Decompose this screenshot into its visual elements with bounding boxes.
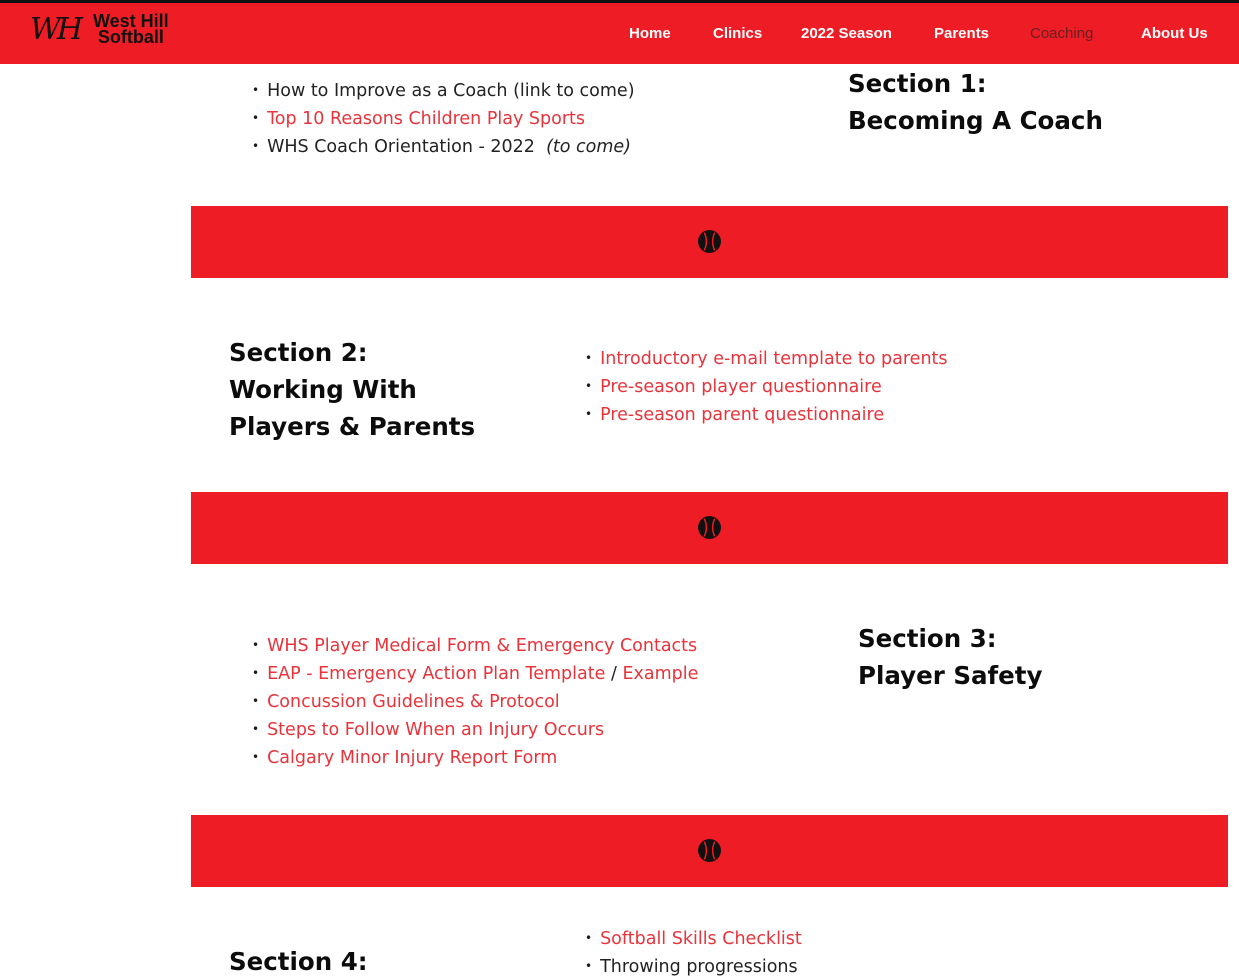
medical-form-link[interactable]: WHS Player Medical Form & Emergency Cont…: [267, 636, 697, 656]
section3-list: WHS Player Medical Form & Emergency Cont…: [252, 632, 698, 772]
list-item: Introductory e-mail template to parents: [585, 345, 947, 373]
section4-list: Softball Skills Checklist Throwing progr…: [585, 925, 802, 976]
top-10-reasons-link[interactable]: Top 10 Reasons Children Play Sports: [267, 109, 585, 129]
section-divider: [191, 815, 1228, 887]
nav-coaching[interactable]: Coaching: [1030, 25, 1093, 42]
nav-parents[interactable]: Parents: [934, 25, 989, 42]
section3-title-line1: Section 3:: [858, 624, 997, 653]
softball-icon: [698, 839, 721, 862]
site-header: WH West Hill Softball Home Clinics 2022 …: [0, 0, 1239, 64]
list-item: Calgary Minor Injury Report Form: [252, 744, 698, 772]
logo-line-2: Softball: [97, 27, 164, 47]
section1-title: Section 1: Becoming A Coach: [848, 65, 1103, 139]
section3-title-line2: Player Safety: [858, 661, 1043, 690]
injury-report-form-link[interactable]: Calgary Minor Injury Report Form: [267, 748, 557, 768]
improve-coach-text: How to Improve as a Coach (link to come): [267, 81, 635, 101]
nav-home[interactable]: Home: [629, 25, 671, 42]
list-item: Pre-season player questionnaire: [585, 373, 948, 401]
list-item: Throwing progressions: [585, 953, 802, 976]
section3-title: Section 3: Player Safety: [858, 620, 1042, 694]
section2-title-line1: Section 2:: [229, 338, 368, 367]
list-item: EAP - Emergency Action Plan Template / E…: [252, 660, 698, 688]
parent-questionnaire-link[interactable]: Pre-season parent questionnaire: [600, 405, 884, 425]
nav-clinics[interactable]: Clinics: [713, 25, 762, 42]
section4-title: Section 4:: [229, 943, 368, 976]
coach-orientation-text: WHS Coach Orientation - 2022: [267, 137, 535, 157]
section4-title-line1: Section 4:: [229, 947, 368, 976]
section2-title: Section 2: Working With Players & Parent…: [229, 334, 475, 445]
section-divider: [191, 206, 1228, 278]
softball-icon: [698, 230, 721, 253]
list-item: WHS Coach Orientation - 2022 (to come): [252, 133, 635, 161]
softball-icon: [698, 516, 721, 539]
separator: /: [610, 664, 617, 684]
nav-about-us[interactable]: About Us: [1141, 25, 1208, 42]
list-item: How to Improve as a Coach (link to come): [252, 77, 635, 105]
section1-list: How to Improve as a Coach (link to come)…: [252, 77, 635, 161]
section1-title-line1: Section 1:: [848, 69, 987, 98]
eap-template-link[interactable]: EAP - Emergency Action Plan Template: [267, 664, 605, 684]
logo-monogram: WH: [30, 12, 83, 47]
coach-orientation-note: (to come): [546, 137, 631, 157]
throwing-progressions-text: Throwing progressions: [600, 957, 798, 976]
concussion-guidelines-link[interactable]: Concussion Guidelines & Protocol: [267, 692, 560, 712]
list-item: Steps to Follow When an Injury Occurs: [252, 716, 698, 744]
list-item: Softball Skills Checklist: [585, 925, 802, 953]
section2-title-line3: Players & Parents: [229, 412, 476, 441]
section-divider: [191, 492, 1228, 564]
skills-checklist-link[interactable]: Softball Skills Checklist: [600, 929, 802, 949]
list-item: Pre-season parent questionnaire: [585, 401, 948, 429]
eap-example-link[interactable]: Example: [622, 664, 698, 684]
list-item: Top 10 Reasons Children Play Sports: [252, 105, 635, 133]
intro-email-template-link[interactable]: Introductory e-mail template to parents: [600, 349, 947, 369]
list-item: Concussion Guidelines & Protocol: [252, 688, 698, 716]
section2-list: Introductory e-mail template to parents …: [585, 345, 948, 429]
section1-title-line2: Becoming A Coach: [848, 106, 1103, 135]
player-questionnaire-link[interactable]: Pre-season player questionnaire: [600, 377, 882, 397]
logo-wordmark: West Hill Softball: [93, 12, 169, 47]
injury-steps-link[interactable]: Steps to Follow When an Injury Occurs: [267, 720, 604, 740]
nav-2022-season[interactable]: 2022 Season: [801, 25, 892, 42]
section2-title-line2: Working With: [229, 375, 417, 404]
list-item: WHS Player Medical Form & Emergency Cont…: [252, 632, 698, 660]
site-logo[interactable]: WH West Hill Softball: [30, 9, 169, 49]
